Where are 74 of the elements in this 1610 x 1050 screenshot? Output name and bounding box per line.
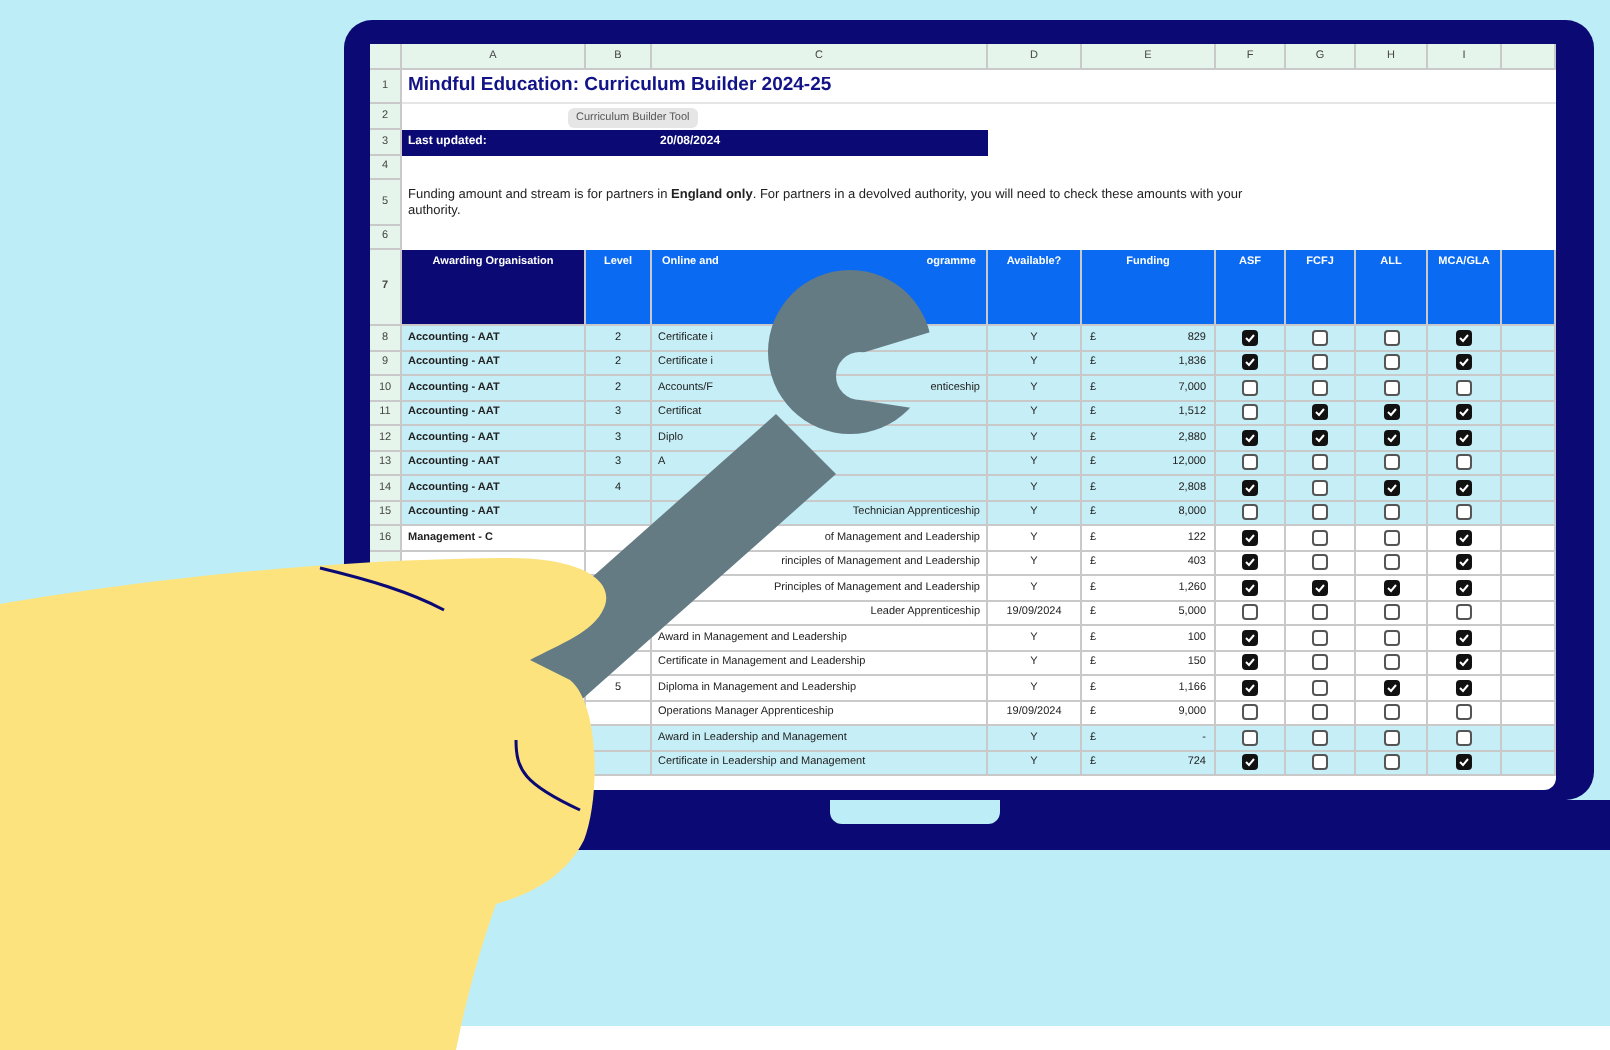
checkbox[interactable] [1242,604,1258,621]
checkbox[interactable] [1312,454,1328,471]
checkbox[interactable] [1242,379,1258,396]
checkbox[interactable] [1383,604,1399,621]
checkbox[interactable] [1456,429,1472,446]
checkbox[interactable] [1312,754,1328,771]
checkbox[interactable] [1242,454,1258,471]
checkbox[interactable] [1383,529,1399,546]
checkbox[interactable] [1312,554,1328,571]
checkbox[interactable] [1312,429,1328,446]
checkbox[interactable] [1242,479,1258,496]
checkbox[interactable] [1383,679,1399,696]
checkbox[interactable] [1242,579,1258,596]
checkbox[interactable] [1312,379,1328,396]
checkbox[interactable] [1456,504,1472,521]
checkbox[interactable] [1312,629,1328,646]
checkbox[interactable] [1456,579,1472,596]
checkbox[interactable] [1242,729,1258,746]
checkbox[interactable] [1456,404,1472,421]
checkbox[interactable] [1312,654,1328,671]
checkbox[interactable] [1456,704,1472,721]
checkbox[interactable] [1456,679,1472,696]
checkbox[interactable] [1383,429,1399,446]
sheet-title: Mindful Education: Curriculum Builder 2024-25 [402,70,1556,104]
checkbox[interactable] [1383,404,1399,421]
checkbox[interactable] [1312,579,1328,596]
checkbox[interactable] [1312,479,1328,496]
checkbox[interactable] [1456,354,1472,371]
checkbox[interactable] [1456,654,1472,671]
checkbox[interactable] [1456,729,1472,746]
checkbox[interactable] [1456,329,1472,346]
checkbox[interactable] [1312,354,1328,371]
checkbox[interactable] [1383,629,1399,646]
checkbox[interactable] [1383,379,1399,396]
checkbox[interactable] [1312,504,1328,521]
checkbox[interactable] [1383,454,1399,471]
checkbox[interactable] [1312,704,1328,721]
checkbox[interactable] [1383,729,1399,746]
checkbox[interactable] [1312,529,1328,546]
checkbox[interactable] [1242,329,1258,346]
checkbox[interactable] [1456,529,1472,546]
checkbox[interactable] [1383,504,1399,521]
checkbox[interactable] [1456,604,1472,621]
checkbox[interactable] [1242,704,1258,721]
checkbox[interactable] [1242,554,1258,571]
checkbox[interactable] [1242,429,1258,446]
checkbox[interactable] [1242,754,1258,771]
checkbox[interactable] [1242,504,1258,521]
checkbox[interactable] [1456,554,1472,571]
checkbox[interactable] [1242,404,1258,421]
checkbox[interactable] [1242,654,1258,671]
checkbox[interactable] [1383,654,1399,671]
checkbox[interactable] [1383,329,1399,346]
checkbox[interactable] [1242,354,1258,371]
checkbox[interactable] [1383,754,1399,771]
checkbox[interactable] [1242,629,1258,646]
checkbox[interactable] [1456,629,1472,646]
corner-cell[interactable] [370,44,402,70]
checkbox[interactable] [1383,554,1399,571]
checkbox[interactable] [1312,604,1328,621]
checkbox[interactable] [1383,704,1399,721]
checkbox[interactable] [1312,329,1328,346]
checkbox[interactable] [1312,404,1328,421]
checkbox[interactable] [1383,579,1399,596]
checkbox[interactable] [1312,679,1328,696]
checkbox[interactable] [1456,379,1472,396]
checkbox[interactable] [1456,479,1472,496]
checkbox[interactable] [1456,754,1472,771]
checkbox[interactable] [1383,479,1399,496]
checkbox[interactable] [1242,529,1258,546]
checkbox[interactable] [1312,729,1328,746]
checkbox[interactable] [1456,454,1472,471]
checkbox[interactable] [1383,354,1399,371]
checkbox[interactable] [1242,679,1258,696]
